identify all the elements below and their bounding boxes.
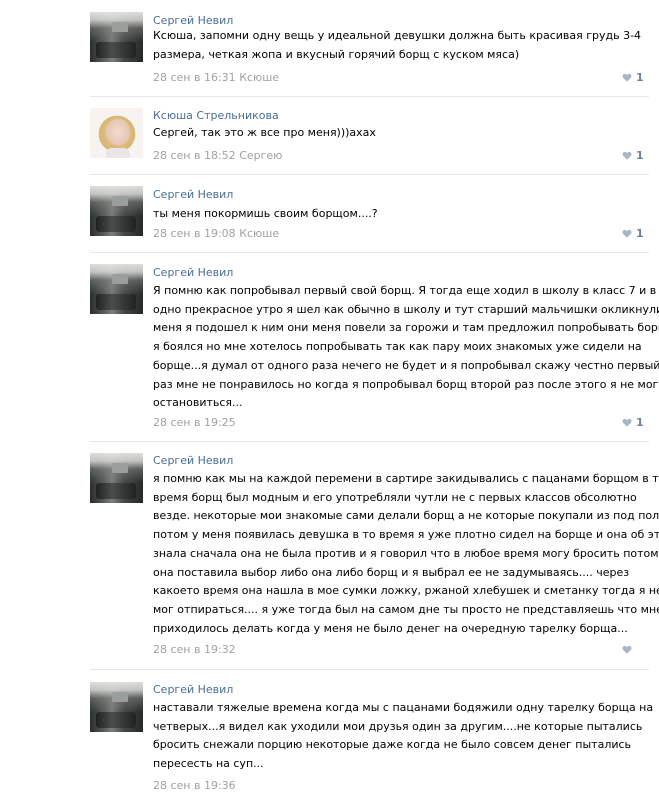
comment-text-line: одно прекрасное утро я шел как обычно в … [153,302,659,316]
comment-author[interactable]: Ксюша Стрельникова [153,109,279,122]
comment-text-line: наставали тяжелые времена когда мы с пац… [153,701,654,714]
comment-text-line: раз мне не понравилось но когда я попроб… [153,377,659,391]
comment-text-line: мог отпираться.... я уже тогда был на са… [153,602,659,616]
comment-text-line: какоето время она нашла в мое сумки ложк… [153,584,659,598]
comment-date[interactable]: 28 сен в 16:31 [153,71,236,84]
like-count: 1 [636,71,644,84]
comment-text-line: время борщ был модным и его употребляли … [153,490,637,504]
user-photo [90,186,143,236]
comment-meta: 28 сен в 19:36 [153,779,236,792]
comment-text: Сергей, так это ж все про меня)))ахах [153,124,653,143]
comment-meta: 28 сен в 18:52 Сергею [153,149,282,162]
comment-date[interactable]: 28 сен в 19:25 [153,416,236,429]
user-photo [90,682,143,732]
comment-text-line: Я помню как попробывал первый свой борщ.… [153,284,657,297]
comment-text-line: размера, четкая жопа и вкусный горячий б… [153,47,520,61]
comment-date[interactable]: 28 сен в 19:32 [153,643,236,656]
like-count: 1 [636,416,644,429]
user-photo [90,108,143,158]
comment-reply-to[interactable]: Ксюше [239,71,279,84]
comment-text-line: борще...я думал от одного раза нечего не… [153,358,659,372]
avatar[interactable] [90,186,143,236]
comment-text: ты меня покормишь своим борщом....? [153,205,653,224]
comment-text-line: пересесть на суп... [153,757,264,771]
comment-text-line: я боялся но мне хотелось попробывать так… [153,340,642,354]
comment-text-line: потом у меня появилась девушка в то врем… [153,528,659,542]
comment-author[interactable]: Сергей Невил [153,683,233,696]
like-button[interactable]: 1 [622,149,644,162]
comment-date[interactable]: 28 сен в 19:08 [153,227,236,240]
comment-text: Ксюша, запомни одну вещь у идеальной дев… [153,27,653,64]
comment-text: наставали тяжелые времена когда мы с пац… [153,699,653,774]
user-photo [90,264,143,314]
comment-text-line: остановиться... [153,396,243,410]
comment-date[interactable]: 28 сен в 19:36 [153,779,236,792]
comment-text-line: знала сначала она не была против и я гов… [153,546,659,560]
comment-date[interactable]: 28 сен в 18:52 [153,149,236,162]
heart-icon [622,73,632,82]
divider [90,669,649,670]
comment-text-line: я помню как мы на каждой перемени в сарт… [153,472,659,485]
like-count: 1 [636,227,644,240]
like-button[interactable]: 1 [622,416,644,429]
comment-text: Я помню как попробывал первый свой борщ.… [153,282,659,413]
heart-icon [622,645,632,654]
heart-icon [622,229,632,238]
avatar[interactable] [90,453,143,503]
avatar[interactable] [90,264,143,314]
like-button[interactable]: 1 [622,71,644,84]
comment-meta: 28 сен в 19:32 [153,643,236,656]
comment-text-line: бросить снежали порцию некоторые даже ко… [153,738,632,752]
divider [90,252,649,253]
heart-icon [622,418,632,427]
comment-reply-to[interactable]: Ксюше [239,227,279,240]
user-photo [90,12,143,62]
comment-author[interactable]: Сергей Невил [153,266,233,279]
like-button[interactable]: 1 [622,227,644,240]
comment-reply-to[interactable]: Сергею [239,149,282,162]
comment-text: я помню как мы на каждой перемени в сарт… [153,470,659,638]
divider [90,174,649,175]
comment-text-line: она поставила выбор либо она либо борщ и… [153,565,630,579]
comment-meta: 28 сен в 19:25 [153,416,236,429]
comment-author[interactable]: Сергей Невил [153,454,233,467]
avatar[interactable] [90,12,143,62]
comment-text-line: везде. некоторые мои знакомые сами делал… [153,509,659,523]
comment-text-line: ты меня покормишь своим борщом....? [153,207,378,220]
comment-text-line: приходилось делать когда у меня не было … [153,621,628,635]
user-photo [90,453,143,503]
avatar[interactable] [90,108,143,158]
comment-text-line: четверых...я видел как уходили мои друзь… [153,719,643,733]
comment-text-line: Сергей, так это ж все про меня)))ахах [153,126,376,139]
heart-icon [622,151,632,160]
like-count: 1 [636,149,644,162]
divider [90,441,649,442]
avatar[interactable] [90,682,143,732]
comment-meta: 28 сен в 16:31 Ксюше [153,71,279,84]
comment-text-line: меня я подошел к ним они меня повели за … [153,321,659,335]
comment-author[interactable]: Сергей Невил [153,14,233,27]
like-button[interactable] [622,643,636,656]
comment-text-line: Ксюша, запомни одну вещь у идеальной дев… [153,29,642,42]
divider [90,96,649,97]
comment-author[interactable]: Сергей Невил [153,188,233,201]
comment-meta: 28 сен в 19:08 Ксюше [153,227,279,240]
